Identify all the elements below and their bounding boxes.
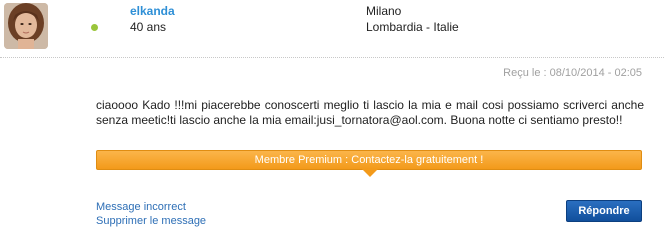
received-date: Reçu le : 08/10/2014 - 02:05 — [503, 67, 642, 79]
message-header: elkanda 40 ans Milano Lombardia - Italie — [0, 0, 664, 58]
message-body: ciaoooo Kado !!!mi piacerebbe conoscerti… — [96, 98, 644, 127]
delete-message-link[interactable]: Supprimer le message — [96, 215, 206, 227]
reply-button[interactable]: Répondre — [566, 200, 642, 222]
profile-city: Milano — [366, 4, 402, 18]
premium-banner-pointer — [362, 169, 378, 177]
header-divider — [0, 57, 664, 58]
premium-contact-banner[interactable]: Membre Premium : Contactez-la gratuiteme… — [96, 150, 642, 170]
profile-region: Lombardia - Italie — [366, 20, 459, 34]
profile-age: 40 ans — [130, 20, 167, 34]
report-message-link[interactable]: Message incorrect — [96, 201, 186, 213]
profile-avatar[interactable] — [4, 3, 48, 49]
profile-username-link[interactable]: elkanda — [130, 4, 175, 18]
message-card: elkanda 40 ans Milano Lombardia - Italie… — [0, 0, 664, 240]
online-status-dot — [91, 24, 98, 31]
